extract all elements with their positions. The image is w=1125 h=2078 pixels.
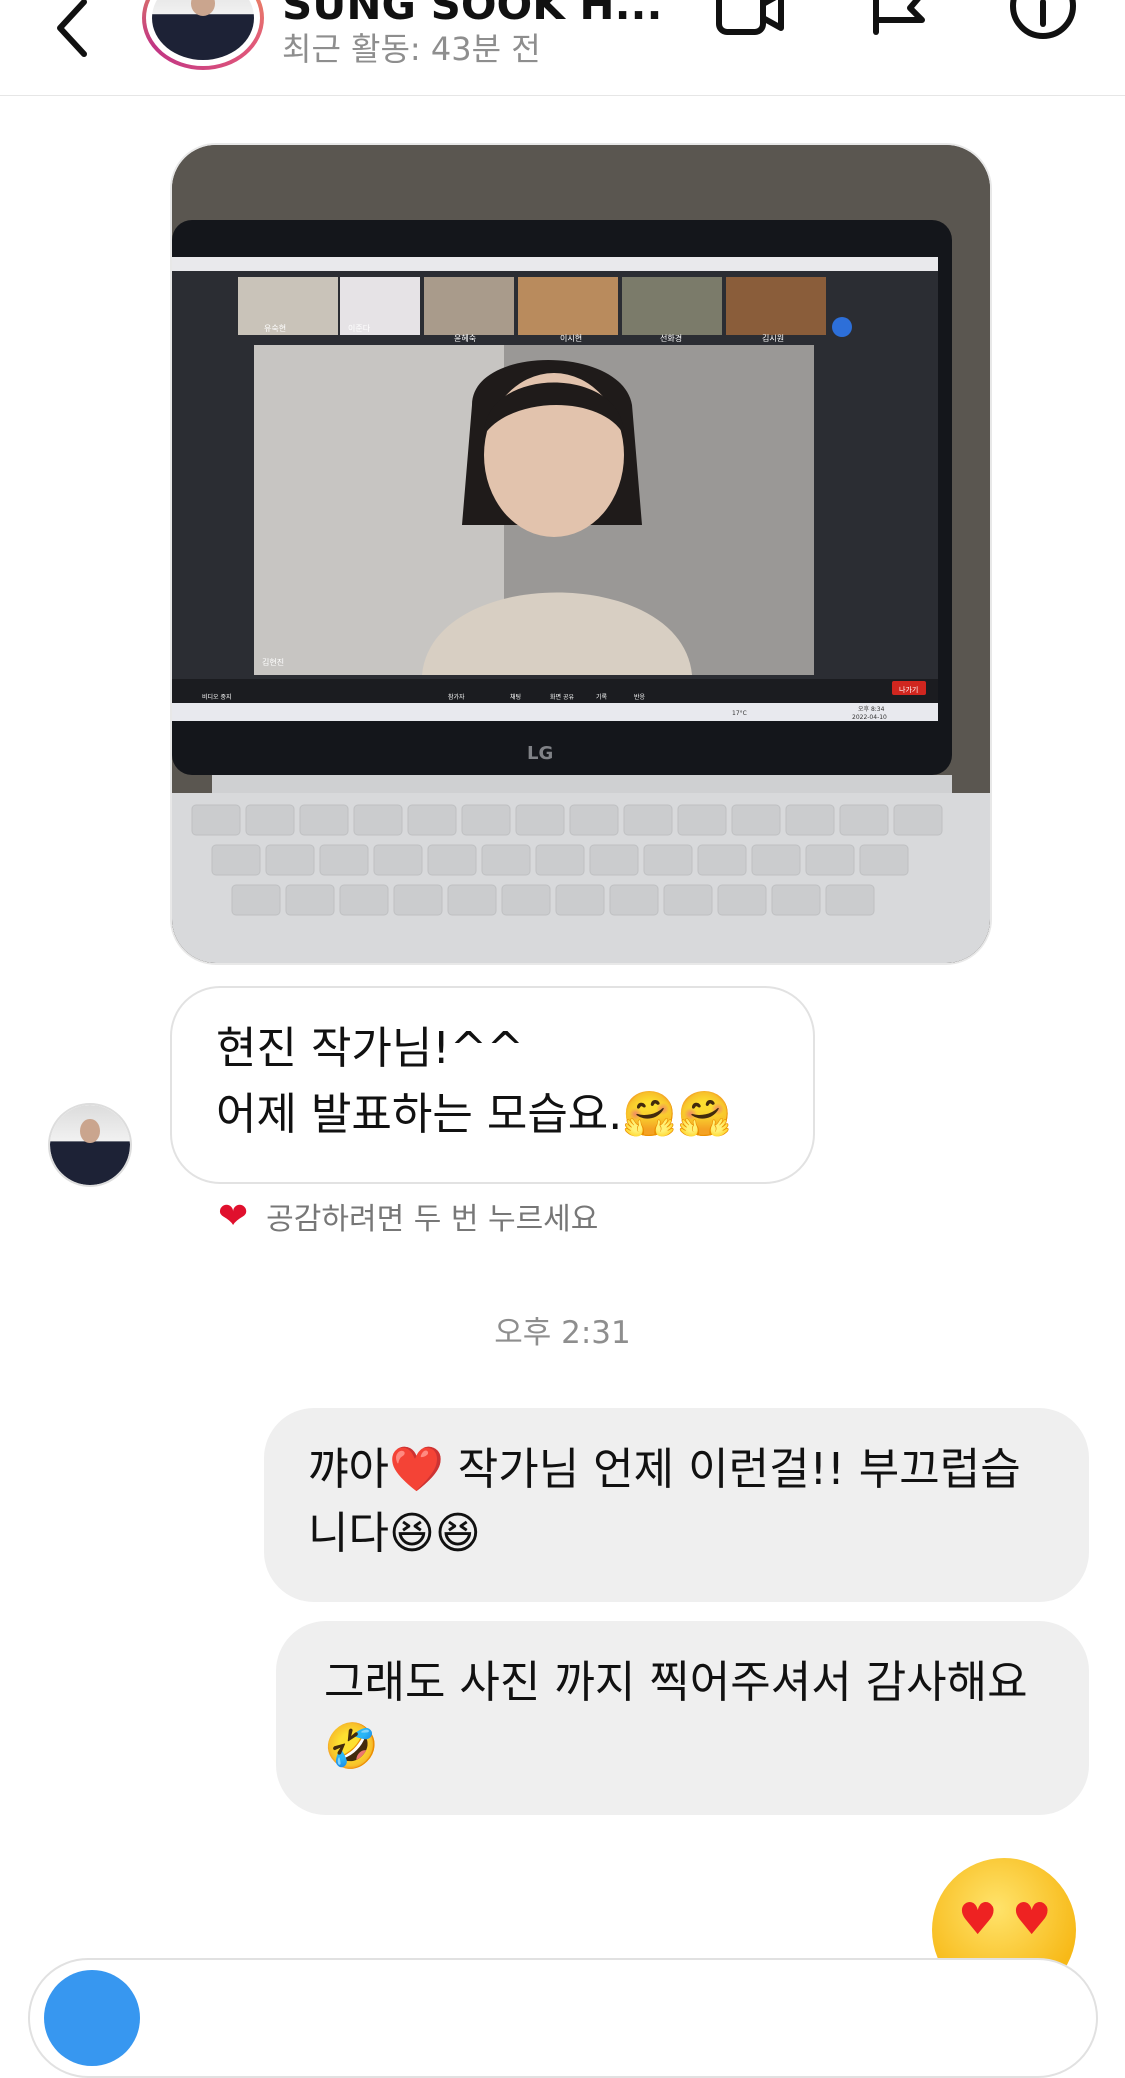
message-composer[interactable] xyxy=(28,1958,1098,2078)
outgoing-message-bubble[interactable]: 꺄아❤️ 작가님 언제 이런걸!! 부끄럽습 니다😆😆 xyxy=(264,1408,1089,1602)
last-active-status: 최근 활동: 43분 전 xyxy=(282,30,541,68)
toolbar-label: 반응 xyxy=(634,693,646,701)
incoming-message-bubble[interactable]: 현진 작가님!^^ 어제 발표하는 모습요.🤗🤗 xyxy=(170,986,815,1184)
back-arrow-icon[interactable] xyxy=(50,0,94,58)
message-line: 니다😆😆 xyxy=(308,1508,481,1559)
chat-header: SUNG SOOK H... 최근 활동: 43분 전 xyxy=(0,0,1125,96)
participant-name: 선화경 xyxy=(660,333,682,343)
taskbar-time: 오후 8:34 xyxy=(858,705,885,713)
heart-icon: ❤ xyxy=(218,1195,249,1237)
sender-avatar[interactable] xyxy=(48,1103,132,1187)
laptop-brand-logo: LG xyxy=(527,743,553,764)
participant-name: 이준다 xyxy=(348,323,371,333)
video-call-icon[interactable] xyxy=(715,0,785,50)
message-timestamp: 오후 2:31 xyxy=(494,1315,631,1351)
like-hint-text: 공감하려면 두 번 누르세요 xyxy=(266,1202,599,1237)
toolbar-label: 참가자 xyxy=(448,693,465,701)
profile-avatar[interactable] xyxy=(142,0,264,70)
taskbar-date: 2022-04-10 xyxy=(852,714,887,721)
message-line: 현진 작가님!^^ xyxy=(216,1023,524,1074)
participant-name: 김시원 xyxy=(762,333,784,343)
shared-photo[interactable]: 유숙현 이준다 윤혜숙 이시현 선화경 김시원 김현진 비디오 중지 참가자 채… xyxy=(170,143,992,965)
participant-name: 이시현 xyxy=(560,333,582,343)
leave-button-label: 나가기 xyxy=(899,685,918,694)
info-icon[interactable] xyxy=(1008,0,1078,50)
like-hint: ❤ 공감하려면 두 번 누르세요 xyxy=(218,1194,598,1238)
taskbar-temp: 17°C xyxy=(732,710,747,717)
participant-name: 윤혜숙 xyxy=(454,334,476,343)
flag-icon[interactable] xyxy=(868,0,938,50)
toolbar-label: 기록 xyxy=(596,693,608,701)
message-line: 🤣 xyxy=(324,1721,379,1772)
message-line: 꺄아❤️ 작가님 언제 이런걸!! 부끄럽습 xyxy=(308,1444,1021,1495)
speaker-name-label: 김현진 xyxy=(262,657,284,667)
toolbar-label: 채팅 xyxy=(510,693,521,701)
laptop-video-call-illustration: 유숙현 이준다 윤혜숙 이시현 선화경 김시원 김현진 비디오 중지 참가자 채… xyxy=(172,145,990,963)
participant-name: 유숙현 xyxy=(264,324,286,333)
outgoing-message-bubble[interactable]: 그래도 사진 까지 찍어주셔서 감사해요 🤣 xyxy=(276,1621,1089,1815)
toolbar-label: 화면 공유 xyxy=(550,693,574,701)
camera-button[interactable] xyxy=(44,1970,140,2066)
message-line: 어제 발표하는 모습요.🤗🤗 xyxy=(216,1089,732,1140)
message-line: 그래도 사진 까지 찍어주셔서 감사해요 xyxy=(324,1657,1028,1708)
toolbar-label: 비디오 중지 xyxy=(202,693,232,701)
